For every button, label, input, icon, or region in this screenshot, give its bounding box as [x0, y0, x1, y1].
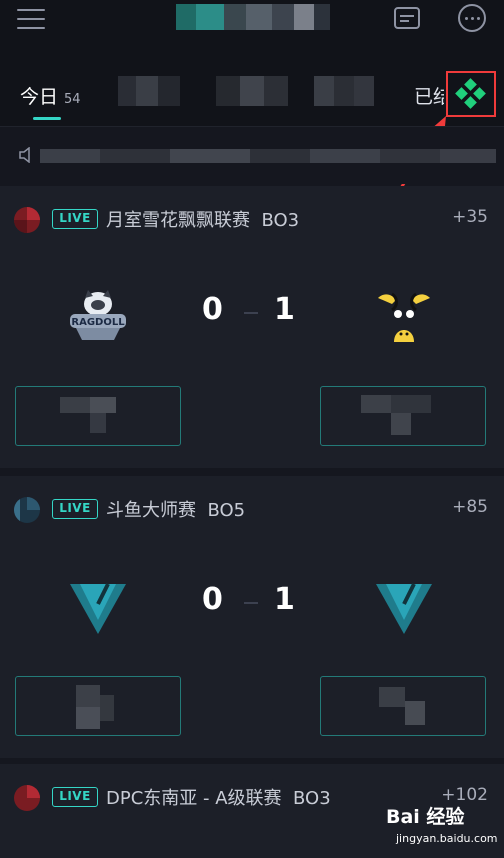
live-badge: LIVE — [52, 209, 98, 229]
game-logo-icon — [14, 785, 40, 811]
live-badge: LIVE — [52, 787, 98, 807]
menu-icon[interactable] — [17, 8, 45, 30]
live-badge: LIVE — [52, 499, 98, 519]
baidu-watermark: Bai 经验 jingyan.baidu.com — [386, 800, 502, 850]
score-separator — [244, 602, 258, 604]
tab-blurred-3[interactable] — [314, 76, 374, 106]
bet-option-right[interactable] — [320, 676, 486, 736]
app-title-blurred — [176, 4, 330, 30]
league-name: 月室雪花飘飘联赛 BO3 — [106, 210, 300, 231]
league-name: 斗鱼大师赛 BO5 — [106, 500, 246, 521]
score-separator — [244, 312, 258, 314]
tab-today-label: 今日 — [20, 86, 59, 108]
league-name: DPC东南亚 - A级联赛 BO3 — [106, 788, 331, 809]
game-logo-icon — [14, 207, 40, 233]
match-card[interactable]: LIVE 斗鱼大师赛 BO5 +85 0 1 — [0, 476, 504, 758]
v-shield-logo — [376, 583, 432, 634]
notice-bar[interactable] — [0, 126, 504, 184]
score-left: 0 — [202, 582, 223, 617]
more-odds-count[interactable]: +35 — [452, 207, 488, 227]
score-left: 0 — [202, 292, 223, 327]
match-header: LIVE 斗鱼大师赛 BO5 +85 — [14, 496, 490, 523]
game-logo-icon — [14, 497, 40, 523]
notes-icon[interactable] — [394, 7, 420, 29]
tab-today[interactable]: 今日 54 — [20, 82, 81, 109]
v-shield-logo — [70, 583, 126, 634]
watermark-main: Bai 经验 — [386, 806, 465, 828]
watermark-url: jingyan.baidu.com — [396, 832, 498, 845]
notice-text-blurred — [40, 149, 496, 163]
tab-today-count: 54 — [64, 92, 81, 107]
match-header: LIVE 月室雪花飘飘联赛 BO3 +35 — [14, 206, 490, 233]
bet-option-left[interactable] — [15, 676, 181, 736]
tab-blurred-2[interactable] — [216, 76, 288, 106]
more-odds-count[interactable]: +85 — [452, 497, 488, 517]
match-card[interactable]: LIVE 月室雪花飘飘联赛 BO3 +35 RAGDOLL 0 1 — [0, 186, 504, 468]
speaker-icon — [19, 147, 30, 163]
diamond-filter-icon[interactable] — [446, 71, 496, 117]
active-tab-indicator — [33, 117, 61, 120]
chat-bubble-icon[interactable] — [458, 4, 486, 32]
ghost-team-logo — [378, 292, 430, 342]
tab-blurred-1[interactable] — [118, 76, 180, 106]
tab-finished[interactable]: 已结 — [414, 82, 444, 109]
top-bar — [0, 0, 504, 40]
score-right: 1 — [274, 292, 295, 327]
svg-text:RAGDOLL: RAGDOLL — [71, 317, 125, 328]
ragdoll-logo: RAGDOLL — [70, 290, 126, 340]
bet-option-right[interactable] — [320, 386, 486, 446]
score-right: 1 — [274, 582, 295, 617]
bet-option-left[interactable] — [15, 386, 181, 446]
